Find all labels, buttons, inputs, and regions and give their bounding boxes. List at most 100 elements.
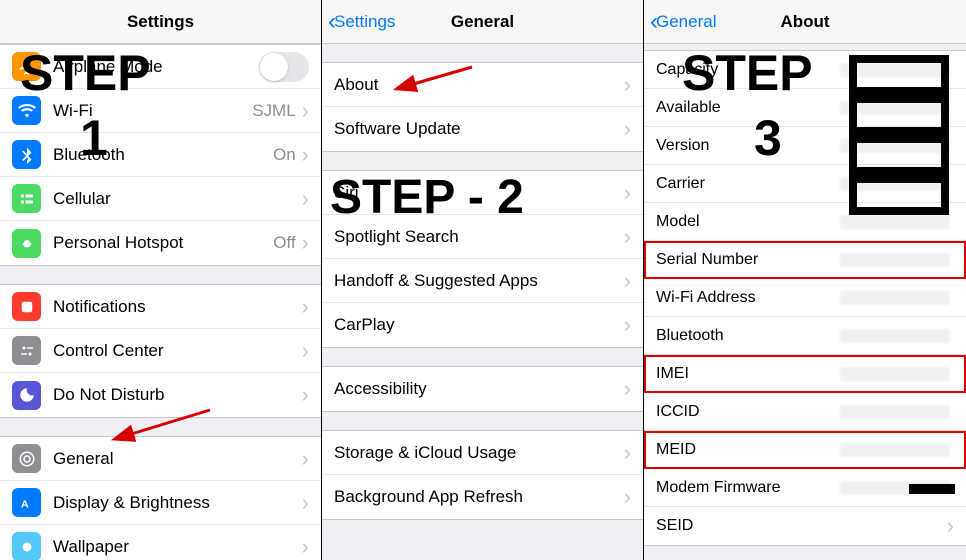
row-bg-app-refresh[interactable]: Background App Refresh › — [322, 475, 643, 519]
chevron-right-icon: › — [624, 376, 631, 402]
chevron-right-icon: › — [624, 224, 631, 250]
row-model: Model — [644, 203, 966, 241]
row-serial-number: Serial Number — [644, 241, 966, 279]
row-iccid: ICCID — [644, 393, 966, 431]
control-center-icon — [12, 336, 41, 365]
nav-title: General — [451, 12, 514, 32]
row-wifi-address: Wi-Fi Address — [644, 279, 966, 317]
row-storage[interactable]: Storage & iCloud Usage › — [322, 431, 643, 475]
chevron-right-icon: › — [302, 446, 309, 472]
bluetooth-icon — [12, 140, 41, 169]
row-label: Serial Number — [656, 251, 840, 269]
row-label: Siri — [334, 183, 624, 203]
row-notifications[interactable]: Notifications › — [0, 285, 321, 329]
row-imei: IMEI — [644, 355, 966, 393]
redacted-value — [840, 481, 950, 495]
airplane-icon — [12, 52, 41, 81]
wifi-icon — [12, 96, 41, 125]
row-value: Off — [273, 233, 295, 253]
chevron-right-icon: › — [624, 312, 631, 338]
navbar-about: ‹ General About — [644, 0, 966, 44]
row-label: Airplane Mode — [53, 57, 259, 77]
row-label: MEID — [656, 441, 840, 459]
nav-title: About — [780, 12, 829, 32]
redacted-value — [840, 63, 950, 77]
chevron-right-icon: › — [302, 382, 309, 408]
redacted-value — [840, 215, 950, 229]
chevron-right-icon: › — [302, 230, 309, 256]
row-about[interactable]: About › — [322, 63, 643, 107]
settings-group-notify: Notifications › Control Center › Do Not … — [0, 284, 321, 418]
nav-title: Settings — [127, 12, 194, 32]
row-label: Available — [656, 99, 840, 117]
row-label: CarPlay — [334, 315, 624, 335]
row-label: ICCID — [656, 403, 840, 421]
row-label: Wi-Fi — [53, 101, 252, 121]
row-siri[interactable]: Siri › — [322, 171, 643, 215]
row-label: Spotlight Search — [334, 227, 624, 247]
row-bluetooth-addr: Bluetooth — [644, 317, 966, 355]
row-general[interactable]: General › — [0, 437, 321, 481]
chevron-right-icon: › — [624, 268, 631, 294]
row-label: Bluetooth — [53, 145, 273, 165]
row-label: Cellular — [53, 189, 302, 209]
row-available: Available — [644, 89, 966, 127]
row-software-update[interactable]: Software Update › — [322, 107, 643, 151]
row-accessibility[interactable]: Accessibility › — [322, 367, 643, 411]
row-label: Version — [656, 137, 840, 155]
chevron-right-icon: › — [302, 186, 309, 212]
row-label: Software Update — [334, 119, 624, 139]
chevron-right-icon: › — [302, 490, 309, 516]
row-handoff[interactable]: Handoff & Suggested Apps › — [322, 259, 643, 303]
row-cellular[interactable]: Cellular › — [0, 177, 321, 221]
redacted-value — [840, 405, 950, 419]
redacted-value — [840, 139, 950, 153]
settings-group-network: Airplane Mode Wi-Fi SJML › Bluetooth On … — [0, 44, 321, 266]
row-label: Notifications — [53, 297, 302, 317]
about-list: Capacity Available Version Carrier Model… — [644, 50, 966, 546]
general-group-1: About › Software Update › — [322, 62, 643, 152]
row-version: Version — [644, 127, 966, 165]
row-wallpaper[interactable]: Wallpaper › — [0, 525, 321, 560]
row-airplane-mode[interactable]: Airplane Mode — [0, 45, 321, 89]
row-wifi[interactable]: Wi-Fi SJML › — [0, 89, 321, 133]
display-brightness-icon: A — [12, 488, 41, 517]
row-personal-hotspot[interactable]: Personal Hotspot Off › — [0, 221, 321, 265]
row-seid[interactable]: SEID› — [644, 507, 966, 545]
row-label: Modem Firmware — [656, 479, 840, 497]
redacted-value — [840, 177, 950, 191]
row-label: Display & Brightness — [53, 493, 302, 513]
redacted-value — [840, 291, 950, 305]
row-spotlight[interactable]: Spotlight Search › — [322, 215, 643, 259]
settings-group-general: General › A Display & Brightness › Wallp… — [0, 436, 321, 560]
back-to-settings[interactable]: ‹ Settings — [328, 10, 395, 34]
back-to-general[interactable]: ‹ General — [650, 10, 716, 34]
row-display-brightness[interactable]: A Display & Brightness › — [0, 481, 321, 525]
row-meid: MEID — [644, 431, 966, 469]
row-bluetooth[interactable]: Bluetooth On › — [0, 133, 321, 177]
chevron-right-icon: › — [302, 534, 309, 560]
row-label: Handoff & Suggested Apps — [334, 271, 624, 291]
row-label: Bluetooth — [656, 327, 840, 345]
row-label: Accessibility — [334, 379, 624, 399]
row-label: Model — [656, 213, 840, 231]
redacted-value — [840, 101, 950, 115]
row-label: SEID — [656, 517, 947, 535]
about-panel: ‹ General About Capacity Available Versi… — [644, 0, 966, 560]
general-group-3: Accessibility › — [322, 366, 643, 412]
do-not-disturb-icon — [12, 381, 41, 410]
airplane-toggle[interactable] — [259, 52, 309, 82]
row-capacity: Capacity — [644, 51, 966, 89]
wallpaper-icon — [12, 532, 41, 560]
row-carplay[interactable]: CarPlay › — [322, 303, 643, 347]
chevron-right-icon: › — [302, 142, 309, 168]
row-label: About — [334, 75, 624, 95]
general-icon — [12, 444, 41, 473]
row-label: Carrier — [656, 175, 840, 193]
row-label: Background App Refresh — [334, 487, 624, 507]
redacted-value — [840, 367, 950, 381]
row-label: Control Center — [53, 341, 302, 361]
row-control-center[interactable]: Control Center › — [0, 329, 321, 373]
general-panel: ‹ Settings General About › Software Upda… — [322, 0, 644, 560]
row-do-not-disturb[interactable]: Do Not Disturb › — [0, 373, 321, 417]
